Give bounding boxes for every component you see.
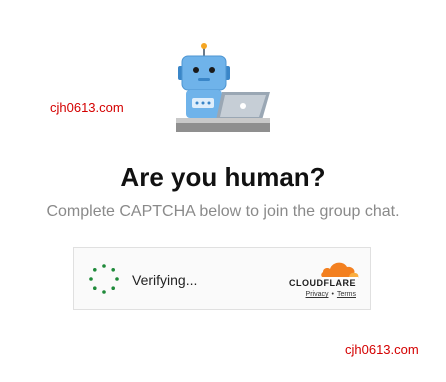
watermark-text: cjh0613.com	[345, 342, 419, 357]
privacy-link[interactable]: Privacy	[306, 291, 329, 298]
verifying-status: Verifying...	[132, 272, 198, 288]
cloudflare-cloud-icon	[321, 262, 359, 279]
link-separator: •	[331, 291, 334, 298]
captcha-widget[interactable]: Verifying... CLOUDFLARE Privacy • Terms	[73, 247, 371, 310]
cloudflare-wordmark: CLOUDFLARE	[289, 278, 356, 288]
cloudflare-links: Privacy • Terms	[306, 291, 356, 298]
watermark-text: cjh0613.com	[50, 100, 124, 115]
loading-spinner-icon	[89, 264, 119, 294]
terms-link[interactable]: Terms	[337, 291, 356, 298]
page-title: Are you human?	[120, 162, 326, 192]
page-subtitle: Complete CAPTCHA below to join the group…	[46, 203, 400, 220]
robot-with-laptop-icon	[176, 43, 270, 132]
